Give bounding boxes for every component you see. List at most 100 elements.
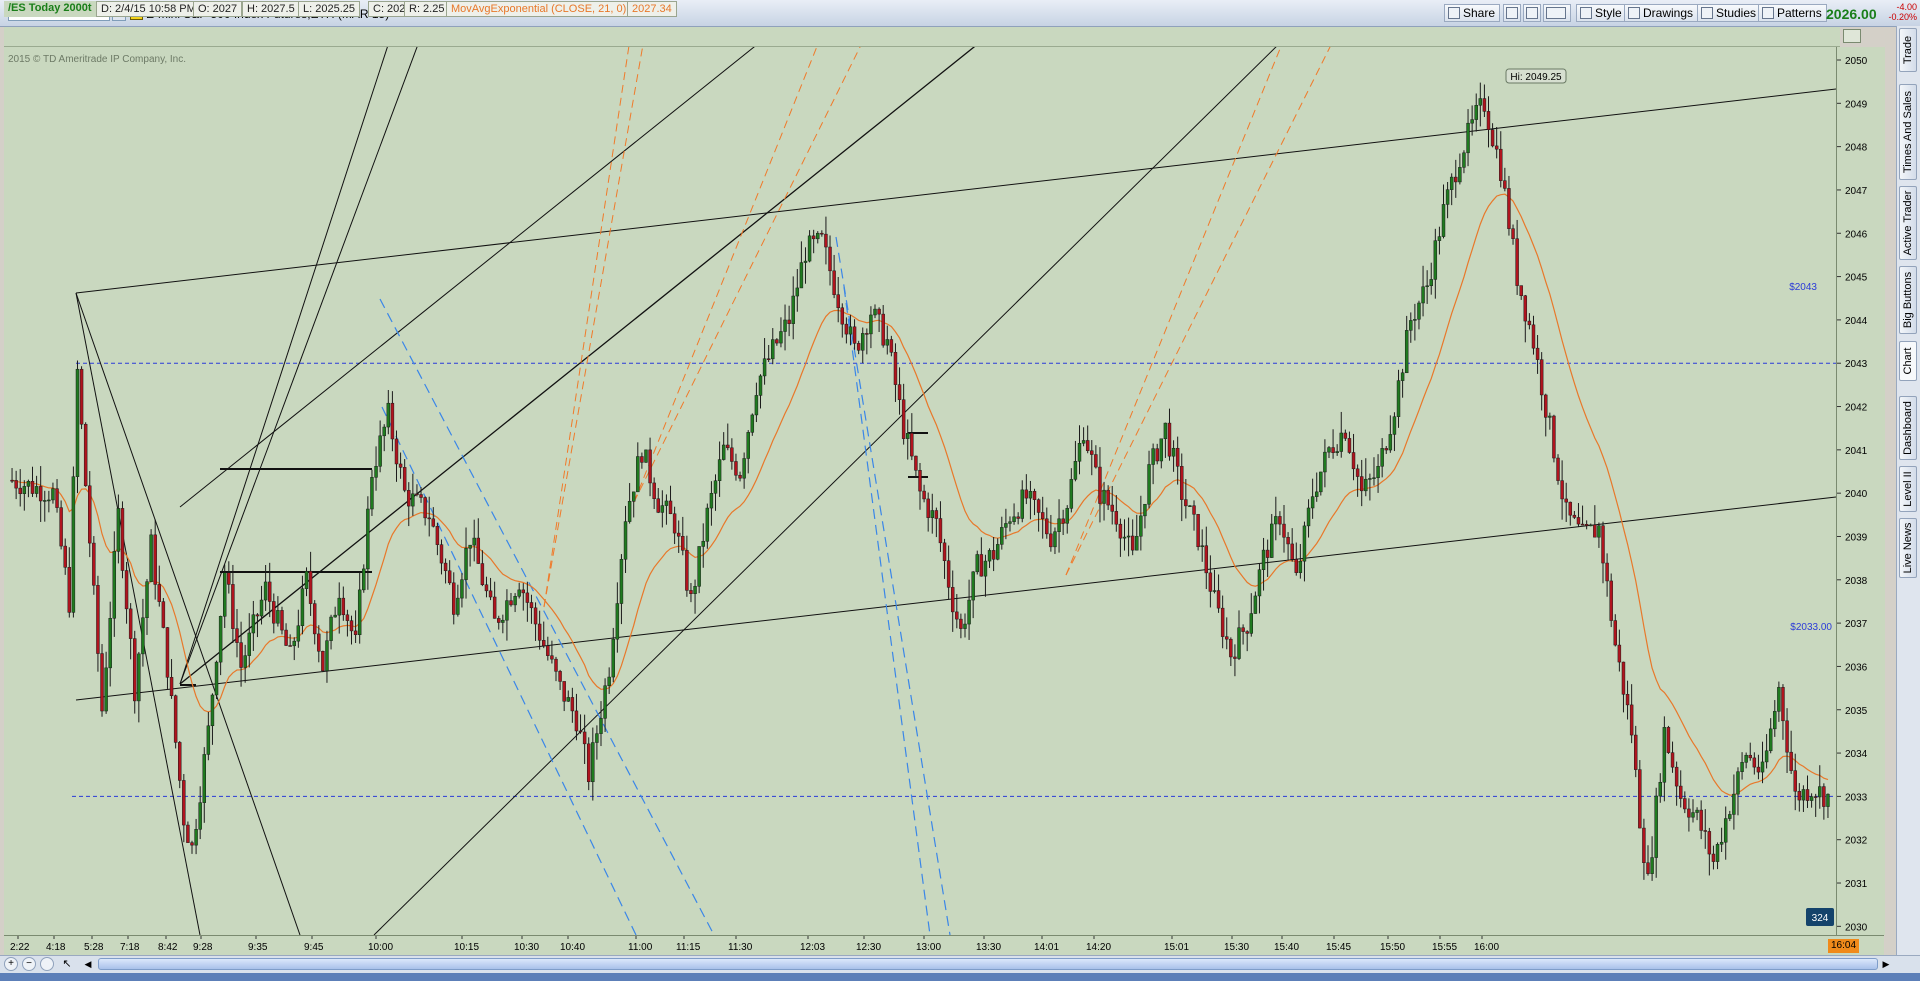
tab-dashboard[interactable]: Dashboard [1899,396,1917,460]
up-candle [505,600,509,621]
up-candle [627,501,632,522]
time-tick-label: 7:18 [120,942,140,953]
up-candle [22,486,27,494]
zoom-out-icon[interactable]: − [22,957,36,971]
down-candle [1294,559,1298,573]
time-axis[interactable]: 2:22 4:18 5:28 7:18 8:42 9:28 9:35 9:45 10:00 10:… [4,935,1884,956]
down-candle [1225,636,1229,640]
up-candle [112,551,117,619]
chart-area[interactable]: 2015 © TD Ameritrade IP Company, Inc. Hi… [4,47,1836,935]
down-candle [1454,176,1458,183]
down-candle [689,590,693,594]
up-candle [631,491,636,502]
up-candle [1147,464,1151,505]
up-candle [1764,750,1769,763]
up-candle [1077,443,1082,462]
down-candle [79,368,84,425]
scroll-left-icon[interactable]: ◀ [82,957,94,971]
down-candle [901,399,906,439]
price-tick-label: 2050 [1845,56,1868,67]
scrollbar-thumb[interactable] [98,958,1878,970]
tab-trade[interactable]: Trade [1899,28,1917,72]
drawings-button[interactable]: Drawings [1624,4,1699,22]
down-candle [161,601,166,628]
up-candle [987,550,992,562]
up-candle [664,500,669,506]
up-candle [848,326,853,335]
tab-active-trader[interactable]: Active Trader [1899,186,1917,260]
pointer-icon[interactable]: ↖ [60,957,74,971]
up-candle [1768,728,1773,752]
scroll-right-icon[interactable]: ▶ [1880,957,1892,971]
studies-label: Studies [1716,6,1757,20]
zoom-in-icon[interactable]: + [4,957,18,971]
up-candle [1319,471,1323,493]
down-candle [308,570,313,604]
bar-count-text: 324 [1812,913,1829,924]
net-change-percent: -0.20% [1888,12,1917,22]
up-candle [1314,491,1319,497]
up-candle [75,368,80,477]
style-button[interactable]: Style [1576,4,1627,22]
up-candle [222,572,227,617]
up-candle [779,331,783,344]
up-candle [1388,434,1393,451]
price-chart[interactable]: 2015 © TD Ameritrade IP Company, Inc. Hi… [4,47,1836,935]
down-candle [824,233,828,248]
cursor-mode-button[interactable] [1543,4,1571,22]
crosshair-tool-button[interactable] [1503,4,1521,22]
down-candle [1621,661,1626,695]
studies-button[interactable]: Studies [1697,4,1762,22]
down-candle [586,743,591,783]
up-candle [71,476,76,613]
chart-settings-icon[interactable] [1843,29,1861,43]
down-candle [897,384,902,400]
down-candle [529,602,534,609]
down-candle [1114,511,1119,525]
tab-live-news[interactable]: Live News [1899,518,1917,578]
down-candle [1625,694,1630,706]
up-candle [1589,524,1593,527]
down-candle [893,352,898,385]
up-candle [304,570,309,589]
studies-icon [1701,7,1713,19]
price-axis[interactable]: 2030 2031 2032 2033 2034 2035 2036 2037 2038 2039… [1836,47,1885,935]
chart-name[interactable]: /ES Today 2000t [4,1,96,17]
down-candle [1265,549,1270,558]
settings-tool-button[interactable] [1523,4,1541,22]
tab-level-ii[interactable]: Level II [1899,466,1917,512]
down-candle [452,582,456,615]
up-candle [1270,523,1274,558]
down-candle [1797,791,1802,801]
down-candle [562,681,566,702]
tab-times-and-sales[interactable]: Times And Sales [1899,84,1917,180]
down-candle [1118,523,1123,539]
down-candle [656,498,660,513]
down-candle [1564,498,1568,503]
time-axis-ticks: 2:22 4:18 5:28 7:18 8:42 9:28 9:35 9:45 10:00 10:… [10,936,1499,953]
up-candle [750,414,755,433]
study-name[interactable]: MovAvgExponential (CLOSE, 21, 0) [446,1,632,17]
up-candle [1008,521,1012,524]
zoom-reset-icon[interactable] [40,957,54,971]
up-candle [1809,796,1814,801]
up-candle [975,554,979,573]
up-candle [1449,176,1454,190]
share-button[interactable]: Share [1444,4,1501,22]
up-candle [1658,781,1662,797]
tab-big-buttons[interactable]: Big Buttons [1899,266,1917,334]
down-candle [1711,853,1716,862]
down-candle [836,294,840,309]
up-candle [374,466,378,478]
down-candle [1613,620,1618,646]
up-candle [1081,440,1086,444]
down-candle [1572,514,1577,518]
tab-chart[interactable]: Chart [1899,341,1917,381]
drawing-lines[interactable] [72,47,1836,935]
down-candle [288,645,292,647]
down-candle [1040,512,1045,520]
up-candle [619,559,624,604]
patterns-button[interactable]: Patterns [1758,4,1827,22]
up-candle [803,260,808,263]
fan-line-c [179,47,755,508]
